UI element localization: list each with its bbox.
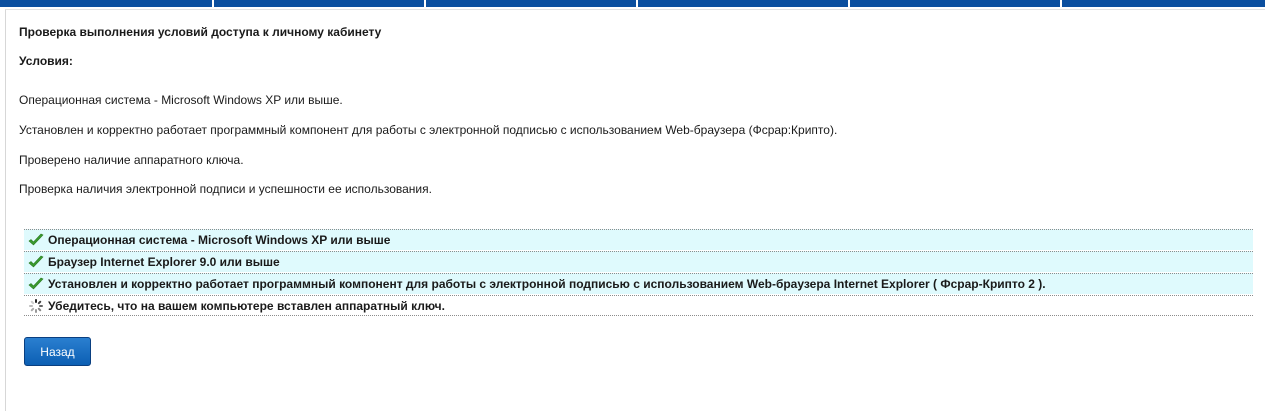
check-row-text: Браузер Internet Explorer 9.0 или выше [48,255,280,269]
condition-line: Проверено наличие аппаратного ключа. [19,153,244,167]
checkmark-icon [27,276,45,292]
check-row-text: Установлен и корректно работает программ… [48,277,1046,291]
check-row-os: Операционная система - Microsoft Windows… [24,229,1253,250]
top-bar-segment [638,0,850,7]
check-row-text: Убедитесь, что на вашем компьютере встав… [48,298,445,313]
page-title: Проверка выполнения условий доступа к ли… [19,25,382,39]
top-bar-segment [0,0,214,7]
check-list: Операционная система - Microsoft Windows… [24,229,1253,317]
top-navigation-bar [0,0,1265,7]
content-panel [5,9,1265,411]
check-row-hardware-key: Убедитесь, что на вашем компьютере встав… [24,295,1253,316]
check-row-crypto-component: Установлен и корректно работает программ… [24,273,1253,294]
back-button[interactable]: Назад [24,337,91,366]
condition-line: Операционная система - Microsoft Windows… [19,93,343,107]
check-row-text: Операционная система - Microsoft Windows… [48,233,391,247]
condition-line: Установлен и корректно работает программ… [19,123,838,137]
top-bar-segment [1062,0,1265,7]
check-row-browser: Браузер Internet Explorer 9.0 или выше [24,251,1253,272]
top-bar-segment [850,0,1062,7]
conditions-heading: Условия: [19,54,73,68]
top-bar-segment [426,0,638,7]
checkmark-icon [27,254,45,270]
top-bar-segment [214,0,426,7]
checkmark-icon [27,232,45,248]
loading-spinner-icon [27,298,45,314]
condition-line: Проверка наличия электронной подписи и у… [19,182,432,196]
